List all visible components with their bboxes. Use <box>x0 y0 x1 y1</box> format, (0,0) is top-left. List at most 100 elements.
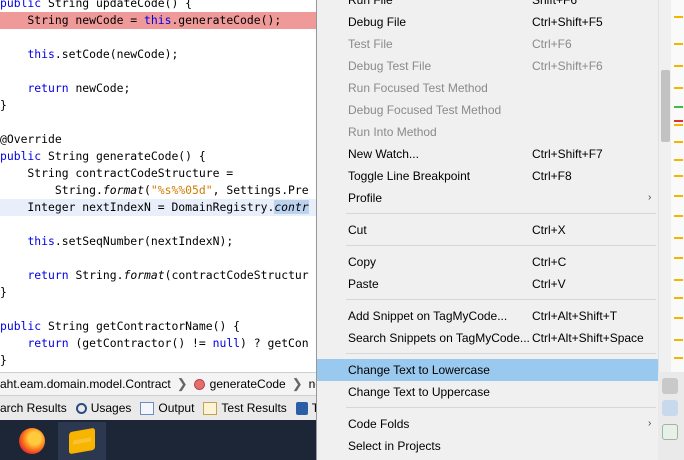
code-line[interactable]: @Override <box>0 131 316 148</box>
code-keyword: return <box>27 268 69 282</box>
menu-item-change-text-to-lowercase[interactable]: Change Text to Lowercase <box>317 359 658 381</box>
code-line[interactable] <box>0 301 316 318</box>
menu-item-add-snippet-on-tagmycode[interactable]: Add Snippet on TagMyCode... Ctrl+Alt+Shif… <box>317 305 658 327</box>
code-token: .setCode(newCode); <box>54 47 179 61</box>
code-line[interactable] <box>0 250 316 267</box>
code-token: (getContractor() != <box>68 336 213 350</box>
menu-separator <box>346 299 656 300</box>
code-token: @Override <box>0 132 62 146</box>
stripe-warning-mark[interactable] <box>674 87 683 89</box>
code-line[interactable]: } <box>0 284 316 301</box>
code-line[interactable] <box>0 29 316 46</box>
tab-truncated[interactable]: T <box>295 401 316 415</box>
code-line[interactable]: return (getContractor() != null) ? getCo… <box>0 335 316 352</box>
stripe-warning-mark[interactable] <box>674 124 683 126</box>
menu-item-label: Debug File <box>348 15 407 29</box>
menu-item-code-folds[interactable]: Code Folds › <box>317 413 658 435</box>
code-line[interactable]: public String getContractorName() { <box>0 318 316 335</box>
menu-item-label: Cut <box>348 223 367 237</box>
code-line[interactable]: } <box>0 97 316 114</box>
code-keyword: this <box>144 13 172 27</box>
taskbar-sublime-button[interactable] <box>58 422 106 460</box>
stripe-warning-mark[interactable] <box>674 237 683 239</box>
stripe-warning-mark[interactable] <box>674 317 683 319</box>
vertical-scrollbar[interactable] <box>658 0 671 372</box>
stripe-error-mark[interactable] <box>674 120 683 122</box>
menu-item-shortcut: Ctrl+Shift+F5 <box>532 15 603 29</box>
code-token: format <box>123 268 165 282</box>
code-token: String. <box>0 183 103 197</box>
menu-item-label: Profile <box>348 191 383 205</box>
notification-icon[interactable] <box>662 424 678 440</box>
code-line[interactable]: return String.format(contractCodeStructu… <box>0 267 316 284</box>
method-icon <box>193 378 205 390</box>
tab-search-results[interactable]: arch Results <box>0 401 67 415</box>
code-editor[interactable]: public String updateCode() { String newC… <box>0 0 316 372</box>
menu-item-toggle-line-breakpoint[interactable]: Toggle Line Breakpoint Ctrl+F8 <box>317 165 658 187</box>
tab-search-results-label: arch Results <box>0 401 67 415</box>
menu-item-cut[interactable]: Cut Ctrl+X <box>317 219 658 241</box>
breadcrumb: aht.eam.domain.model.Contract ❯ generate… <box>0 372 316 396</box>
stripe-warning-mark[interactable] <box>674 257 683 259</box>
menu-item-run-into-method: Run Into Method <box>317 121 658 143</box>
stripe-warning-mark[interactable] <box>674 279 683 281</box>
stripe-warning-mark[interactable] <box>674 175 683 177</box>
firefox-icon <box>19 428 45 454</box>
tab-test-results[interactable]: Test Results <box>203 401 287 415</box>
panel-tool-icon[interactable] <box>662 400 678 416</box>
stripe-warning-mark[interactable] <box>674 43 683 45</box>
code-line[interactable]: this.setCode(newCode); <box>0 46 316 63</box>
menu-item-debug-file[interactable]: Debug File Ctrl+Shift+F5 <box>317 11 658 33</box>
tab-usages[interactable]: Usages <box>75 401 131 415</box>
panel-arrow-icon[interactable] <box>662 378 678 394</box>
breadcrumb-method[interactable]: generateCode <box>193 377 286 391</box>
menu-item-new-watch[interactable]: New Watch... Ctrl+Shift+F7 <box>317 143 658 165</box>
code-line[interactable]: public String updateCode() { <box>0 0 316 12</box>
code-line[interactable]: public String generateCode() { <box>0 148 316 165</box>
code-line[interactable]: String contractCodeStructure = <box>0 165 316 182</box>
tab-output[interactable]: Output <box>140 401 194 415</box>
breadcrumb-class[interactable]: aht.eam.domain.model.Contract <box>0 377 171 391</box>
stripe-warning-mark[interactable] <box>674 141 683 143</box>
code-line-current[interactable]: Integer nextIndexN = DomainRegistry.cont… <box>0 199 316 216</box>
menu-item-search-snippets-on-tagmycode[interactable]: Search Snippets on TagMyCode... Ctrl+Alt+… <box>317 327 658 349</box>
code-line-error[interactable]: String newCode = this.generateCode(); <box>0 12 316 29</box>
error-stripe[interactable] <box>671 0 684 372</box>
code-line[interactable]: } <box>0 352 316 369</box>
menu-item-run-focused-test-method: Run Focused Test Method <box>317 77 658 99</box>
scrollbar-thumb[interactable] <box>661 70 670 142</box>
code-token: .generateCode(); <box>171 13 282 27</box>
stripe-warning-mark[interactable] <box>674 339 683 341</box>
code-line[interactable] <box>0 216 316 233</box>
stripe-warning-mark[interactable] <box>674 357 683 359</box>
code-keyword: this <box>27 234 55 248</box>
code-keyword: public <box>0 0 42 10</box>
breadcrumb-next[interactable]: nex <box>309 377 316 391</box>
code-line[interactable]: String.format("%s%%05d", Settings.Pre <box>0 182 316 199</box>
stripe-warning-mark[interactable] <box>674 16 683 18</box>
menu-item-paste[interactable]: Paste Ctrl+V <box>317 273 658 295</box>
stripe-change-mark[interactable] <box>674 106 683 108</box>
menu-item-shortcut: Shift+F6 <box>532 0 578 7</box>
stripe-warning-mark[interactable] <box>674 215 683 217</box>
stripe-warning-mark[interactable] <box>674 159 683 161</box>
code-line[interactable] <box>0 63 316 80</box>
menu-item-change-text-to-uppercase[interactable]: Change Text to Uppercase <box>317 381 658 403</box>
code-token: String getContractorName() { <box>41 319 241 333</box>
menu-item-profile[interactable]: Profile › <box>317 187 658 209</box>
code-line[interactable]: return newCode; <box>0 80 316 97</box>
stripe-warning-mark[interactable] <box>674 65 683 67</box>
menu-item-select-in-projects[interactable]: Select in Projects <box>317 435 658 457</box>
stripe-warning-mark[interactable] <box>674 195 683 197</box>
menu-item-copy[interactable]: Copy Ctrl+C <box>317 251 658 273</box>
menu-item-run-file[interactable]: Run File Shift+F6 <box>317 0 658 11</box>
code-token: } <box>0 353 7 367</box>
tab-test-results-label: Test Results <box>221 401 287 415</box>
code-line[interactable]: this.setSeqNumber(nextIndexN); <box>0 233 316 250</box>
code-line[interactable] <box>0 114 316 131</box>
sublime-text-icon <box>69 427 95 455</box>
menu-item-label: Paste <box>348 277 379 291</box>
stripe-warning-mark[interactable] <box>674 297 683 299</box>
taskbar-firefox-button[interactable] <box>8 422 56 460</box>
code-token: String newCode = <box>0 13 145 27</box>
